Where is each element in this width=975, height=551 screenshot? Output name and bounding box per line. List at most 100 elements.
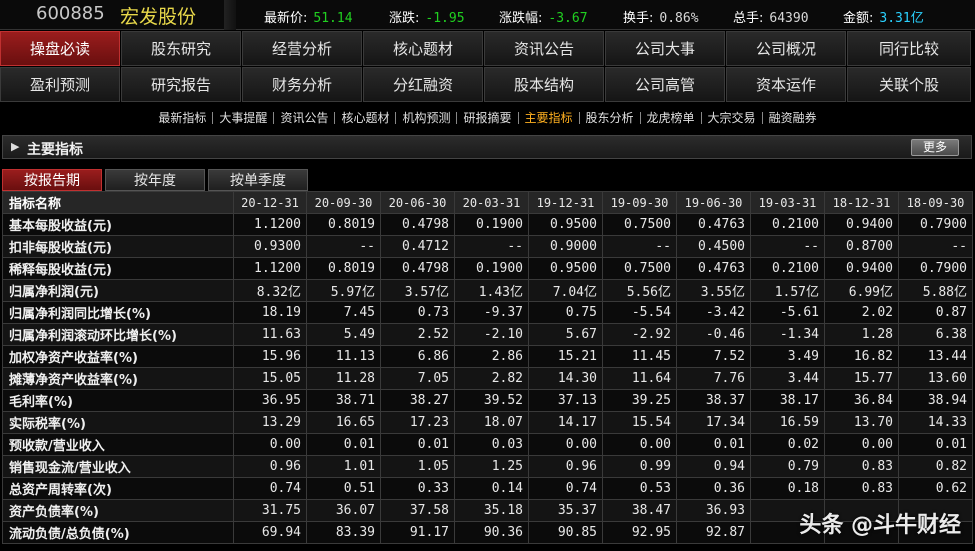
table-cell: 11.45 <box>602 345 677 368</box>
period-tab[interactable]: 按报告期 <box>2 169 102 191</box>
stock-name: 宏发股份 <box>120 6 197 28</box>
nav-tab[interactable]: 公司概况 <box>726 31 846 66</box>
main-nav: 操盘必读 股东研究 经营分析 核心题材 资讯公告 公司大事 公司概况 同行比较 盈利预测 研究报… <box>0 31 975 103</box>
column-header-period[interactable]: 20-12-31 <box>233 191 307 214</box>
row-label: 实际税率(%) <box>2 411 234 434</box>
table-cell: 6.86 <box>380 345 455 368</box>
column-header-period[interactable]: 19-12-31 <box>528 191 603 214</box>
column-header-period[interactable]: 18-09-30 <box>898 191 973 214</box>
nav-tab[interactable]: 资讯公告 <box>484 31 604 66</box>
quote-label: 涨跌: <box>389 11 420 26</box>
table-cell: 38.71 <box>306 389 381 412</box>
table-cell: 13.60 <box>898 367 973 390</box>
row-label: 归属净利润(元) <box>2 279 234 302</box>
table-cell: 16.59 <box>750 411 825 434</box>
subnav-link[interactable]: 资讯公告 <box>274 112 336 124</box>
table-cell: 16.65 <box>306 411 381 434</box>
table-cell: 38.27 <box>380 389 455 412</box>
table-cell: 11.28 <box>306 367 381 390</box>
nav-tab[interactable]: 公司大事 <box>605 31 725 66</box>
table-cell: -- <box>750 235 825 258</box>
row-label: 销售现金流/营业收入 <box>2 455 234 478</box>
table-cell: 16.82 <box>824 345 899 368</box>
table-cell: -0.46 <box>676 323 751 346</box>
subnav-link[interactable]: 主要指标 <box>519 112 580 124</box>
subnav-link[interactable]: 融资融券 <box>763 112 823 124</box>
nav-tab[interactable]: 分红融资 <box>363 67 483 102</box>
table-cell: 1.1200 <box>233 213 307 236</box>
nav-tab[interactable]: 股本结构 <box>484 67 604 102</box>
column-header-period[interactable]: 20-06-30 <box>380 191 455 214</box>
table-cell: 0.00 <box>528 433 603 456</box>
nav-tab[interactable]: 操盘必读 <box>0 31 120 66</box>
column-header-period[interactable]: 18-12-31 <box>824 191 899 214</box>
table-cell: -9.37 <box>454 301 529 324</box>
quote-label: 金额: <box>843 11 874 26</box>
table-row: 实际税率(%) 13.29 16.65 17.23 18.07 14.17 15.54 17.… <box>2 411 973 434</box>
column-header-period[interactable]: 20-03-31 <box>454 191 529 214</box>
nav-row-2: 盈利预测 研究报告 财务分析 分红融资 股本结构 公司高管 资本运作 关联个股 <box>0 67 975 102</box>
table-cell: 0.73 <box>380 301 455 324</box>
nav-tab[interactable]: 同行比较 <box>847 31 971 66</box>
nav-tab[interactable]: 关联个股 <box>847 67 971 102</box>
period-tab[interactable]: 按单季度 <box>208 169 308 191</box>
row-label: 归属净利润滚动环比增长(%) <box>2 323 234 346</box>
table-row: 扣非每股收益(元) 0.9300 -- 0.4712 -- 0.9000 -- 0.4500-… <box>2 235 973 258</box>
table-cell: 38.47 <box>602 499 677 522</box>
row-label: 加权净资产收益率(%) <box>2 345 234 368</box>
period-tab[interactable]: 按年度 <box>105 169 205 191</box>
more-button[interactable]: 更多 <box>911 139 959 156</box>
quote-item: 换手: 0.86% <box>623 7 699 26</box>
quote-value: 51.14 <box>313 11 353 26</box>
table-cell: 3.49 <box>750 345 825 368</box>
table-cell: -2.10 <box>454 323 529 346</box>
column-header-period[interactable]: 19-09-30 <box>602 191 677 214</box>
nav-tab[interactable]: 资本运作 <box>726 67 846 102</box>
expand-arrow-icon[interactable]: ▶ <box>11 140 19 153</box>
subnav-link[interactable]: 核心题材 <box>335 112 397 124</box>
column-header-period[interactable]: 19-06-30 <box>676 191 751 214</box>
table-cell: 0.02 <box>750 433 825 456</box>
subnav-link[interactable]: 机构预测 <box>396 112 458 124</box>
table-cell: 2.82 <box>454 367 529 390</box>
table-row: 基本每股收益(元) 1.1200 0.8019 0.4798 0.1900 0.9500 0… <box>2 213 973 236</box>
table-cell: 0.7900 <box>898 213 973 236</box>
row-label: 预收款/营业收入 <box>2 433 234 456</box>
table-row: 归属净利润滚动环比增长(%) 11.63 5.49 2.52 -2.10 5.67 -2.9… <box>2 323 973 346</box>
table-cell: 0.1900 <box>454 213 529 236</box>
nav-tab[interactable]: 核心题材 <box>363 31 483 66</box>
nav-tab[interactable]: 股东研究 <box>121 31 241 66</box>
quote-label: 换手: <box>623 11 654 26</box>
table-cell: 1.05 <box>380 455 455 478</box>
subnav-link[interactable]: 最新指标 <box>152 112 214 124</box>
table-cell: 14.17 <box>528 411 603 434</box>
subnav-link[interactable]: 股东分析 <box>580 112 641 124</box>
nav-tab[interactable]: 公司高管 <box>605 67 725 102</box>
stock-header: 600885 宏发股份 最新价: 51.14 涨跌: -1.95 涨跌幅: -3.67 换手… <box>0 0 975 30</box>
table-cell: -5.61 <box>750 301 825 324</box>
table-cell: 92.95 <box>602 521 677 544</box>
table-cell: 35.37 <box>528 499 603 522</box>
table-cell: 13.44 <box>898 345 973 368</box>
table-cell: 7.52 <box>676 345 751 368</box>
nav-tab[interactable]: 盈利预测 <box>0 67 120 102</box>
table-cell: -- <box>898 235 973 258</box>
subnav-link[interactable]: 大事提醒 <box>213 112 275 124</box>
table-cell: 0.33 <box>380 477 455 500</box>
column-header-period[interactable]: 20-09-30 <box>306 191 381 214</box>
subnav-link[interactable]: 龙虎榜单 <box>641 112 702 124</box>
subnav-link[interactable]: 大宗交易 <box>702 112 763 124</box>
nav-tab[interactable]: 研究报告 <box>121 67 241 102</box>
nav-tab[interactable]: 财务分析 <box>242 67 362 102</box>
row-label: 扣非每股收益(元) <box>2 235 234 258</box>
table-cell: -- <box>454 235 529 258</box>
table-cell: 2.86 <box>454 345 529 368</box>
table-cell: 15.05 <box>233 367 307 390</box>
table-row: 预收款/营业收入 0.00 0.01 0.01 0.03 0.00 0.00 0.01 0.02… <box>2 433 973 456</box>
nav-tab[interactable]: 经营分析 <box>242 31 362 66</box>
subnav-link[interactable]: 研报摘要 <box>457 112 519 124</box>
table-cell: 1.28 <box>824 323 899 346</box>
column-header-period[interactable]: 19-03-31 <box>750 191 825 214</box>
period-tabs: 按报告期 按年度 按单季度 <box>2 169 311 191</box>
table-cell: 0.7500 <box>602 213 677 236</box>
